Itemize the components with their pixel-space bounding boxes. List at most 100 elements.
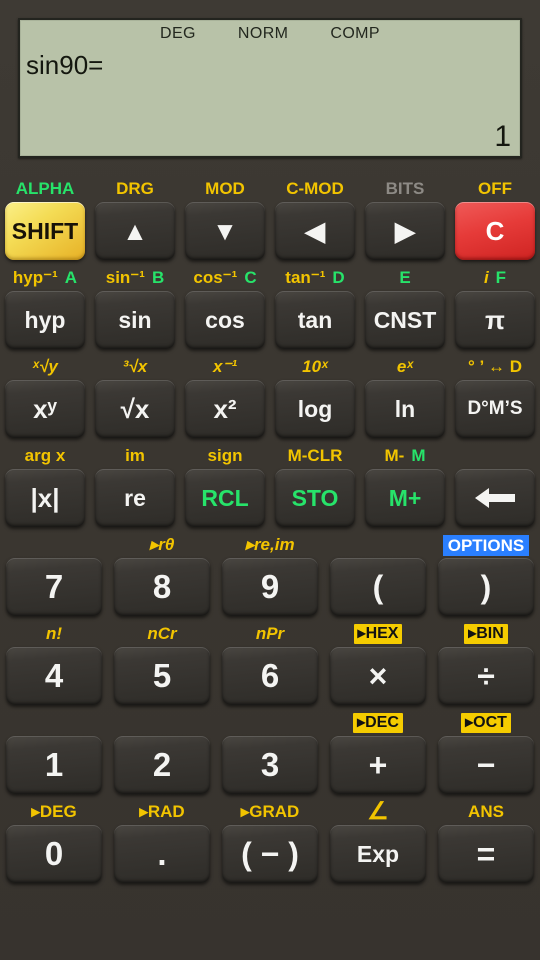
close-paren-key[interactable]: ) (438, 558, 534, 616)
negate-key[interactable]: ( − ) (222, 825, 318, 883)
plus-key[interactable]: + (330, 736, 426, 794)
label-combination: nCr (147, 624, 177, 643)
arrow-left-key[interactable]: ◀ (275, 202, 355, 260)
label-c-mod: C-MOD (286, 179, 344, 198)
key-cell-hyp: hyp⁻¹ A hyp (0, 265, 90, 354)
label-hyp-inv: hyp⁻¹ (12, 268, 58, 287)
keypad-row-1: ALPHA SHIFT DRG ▲ MOD ▼ C-MOD ◀ BITS ▶ O… (0, 176, 540, 265)
keypad-row-3: ˣ√y xʸ ³√x √x x⁻¹ x² 10ˣ log eˣ ln ° ’ ↔… (0, 354, 540, 443)
label-oct-wrap: ▸OCT (461, 710, 511, 736)
key-cell-sqrt: ³√x √x (90, 354, 180, 443)
minus-key[interactable]: − (438, 736, 534, 794)
key-cell-2: 2 (108, 710, 216, 799)
key-cell-7: 7 (0, 532, 108, 621)
arrow-right-key[interactable]: ▶ (365, 202, 445, 260)
arrow-up-key[interactable]: ▲ (95, 202, 175, 260)
status-calc-mode: COMP (330, 25, 380, 42)
key-cell-ln: eˣ ln (360, 354, 450, 443)
tan-key[interactable]: tan (275, 291, 355, 349)
label-bits: BITS (385, 179, 425, 198)
options-badge[interactable]: OPTIONS (442, 534, 530, 556)
label-group-sin: sin⁻¹ B (106, 265, 164, 291)
label-group-memory: M- M (385, 443, 426, 469)
arrow-down-key[interactable]: ▼ (185, 202, 265, 260)
label-alpha-d: D (332, 268, 345, 287)
dec-badge: ▸DEC (353, 713, 403, 733)
exponent-key[interactable]: Exp (330, 825, 426, 883)
label-bin-wrap: ▸BIN (464, 621, 508, 647)
key-cell-decimal: ▸RAD . (108, 799, 216, 888)
multiply-key[interactable]: × (330, 647, 426, 705)
key-cell-1: 1 (0, 710, 108, 799)
label-group-cos: cos⁻¹ C (193, 265, 256, 291)
decimal-point-key[interactable]: . (114, 825, 210, 883)
status-notation-mode: NORM (237, 25, 289, 42)
key-cell-dms: ° ’ ↔ D D°M’S (450, 354, 540, 443)
digit-2-key[interactable]: 2 (114, 736, 210, 794)
label-tan-inv: tan⁻¹ (285, 268, 326, 287)
key-cell-3: 3 (216, 710, 324, 799)
label-drg: DRG (116, 179, 154, 198)
digit-3-key[interactable]: 3 (222, 736, 318, 794)
power-key[interactable]: xʸ (5, 380, 85, 438)
key-cell-multiply: ▸HEX × (324, 621, 432, 710)
key-cell-right: BITS ▶ (360, 176, 450, 265)
cos-key[interactable]: cos (185, 291, 265, 349)
label-rad-mode: ▸RAD (139, 802, 185, 821)
key-cell-0: ▸DEG 0 (0, 799, 108, 888)
sqrt-key[interactable]: √x (95, 380, 175, 438)
label-mod: MOD (205, 179, 245, 198)
shift-key[interactable]: SHIFT (5, 202, 85, 260)
divide-key[interactable]: ÷ (438, 647, 534, 705)
label-e-power: eˣ (396, 357, 414, 376)
status-angle-mode: DEG (160, 25, 196, 42)
key-cell-clear: OFF C (450, 176, 540, 265)
key-cell-negate: ▸GRAD ( − ) (216, 799, 324, 888)
digit-0-key[interactable]: 0 (6, 825, 102, 883)
key-cell-4: n! 4 (0, 621, 108, 710)
label-group-tan: tan⁻¹ D (285, 265, 344, 291)
open-paren-key[interactable]: ( (330, 558, 426, 616)
square-key[interactable]: x² (185, 380, 265, 438)
cnst-key[interactable]: CNST (365, 291, 445, 349)
sin-key[interactable]: sin (95, 291, 175, 349)
log-key[interactable]: log (275, 380, 355, 438)
digit-6-key[interactable]: 6 (222, 647, 318, 705)
dms-key[interactable]: D°M’S (455, 380, 535, 438)
keypad-row-4: arg x |x| im re sign RCL M-CLR STO M- M … (0, 443, 540, 532)
label-im: im (125, 446, 145, 465)
key-cell-8: ▸rθ 8 (108, 532, 216, 621)
ln-key[interactable]: ln (365, 380, 445, 438)
real-part-key[interactable]: re (95, 469, 175, 527)
keypad-row-2: hyp⁻¹ A hyp sin⁻¹ B sin cos⁻¹ C cos tan⁻… (0, 265, 540, 354)
key-cell-shift: ALPHA SHIFT (0, 176, 90, 265)
label-cos-inv: cos⁻¹ (193, 268, 238, 287)
pi-key[interactable]: π (455, 291, 535, 349)
recall-key[interactable]: RCL (185, 469, 265, 527)
lcd-status-bar: DEG NORM COMP (20, 25, 520, 43)
equals-key[interactable]: = (438, 825, 534, 883)
digit-5-key[interactable]: 5 (114, 647, 210, 705)
digit-9-key[interactable]: 9 (222, 558, 318, 616)
keypad-row-6: n! 4 nCr 5 nPr 6 ▸HEX × ▸BIN ÷ (0, 621, 540, 710)
digit-7-key[interactable]: 7 (6, 558, 102, 616)
keypad-row-8: ▸DEG 0 ▸RAD . ▸GRAD ( − ) ∠ Exp ANS = (0, 799, 540, 888)
digit-8-key[interactable]: 8 (114, 558, 210, 616)
store-key[interactable]: STO (275, 469, 355, 527)
angle-symbol-icon: ∠ (367, 798, 389, 825)
memory-plus-key[interactable]: M+ (365, 469, 445, 527)
keypad: ALPHA SHIFT DRG ▲ MOD ▼ C-MOD ◀ BITS ▶ O… (0, 176, 540, 888)
hyp-key[interactable]: hyp (5, 291, 85, 349)
key-cell-sto: M-CLR STO (270, 443, 360, 532)
label-factorial: n! (45, 624, 63, 643)
clear-key[interactable]: C (455, 202, 535, 260)
key-cell-up: DRG ▲ (90, 176, 180, 265)
key-cell-x2: x⁻¹ x² (180, 354, 270, 443)
keypad-row-5: 7 ▸rθ 8 ▸re,im 9 ( OPTIONS ) (0, 532, 540, 621)
lcd-entry-line: sin90= (26, 50, 104, 80)
backspace-key[interactable] (455, 469, 535, 527)
key-cell-pi: i F π (450, 265, 540, 354)
absolute-key[interactable]: |x| (5, 469, 85, 527)
digit-4-key[interactable]: 4 (6, 647, 102, 705)
digit-1-key[interactable]: 1 (6, 736, 102, 794)
